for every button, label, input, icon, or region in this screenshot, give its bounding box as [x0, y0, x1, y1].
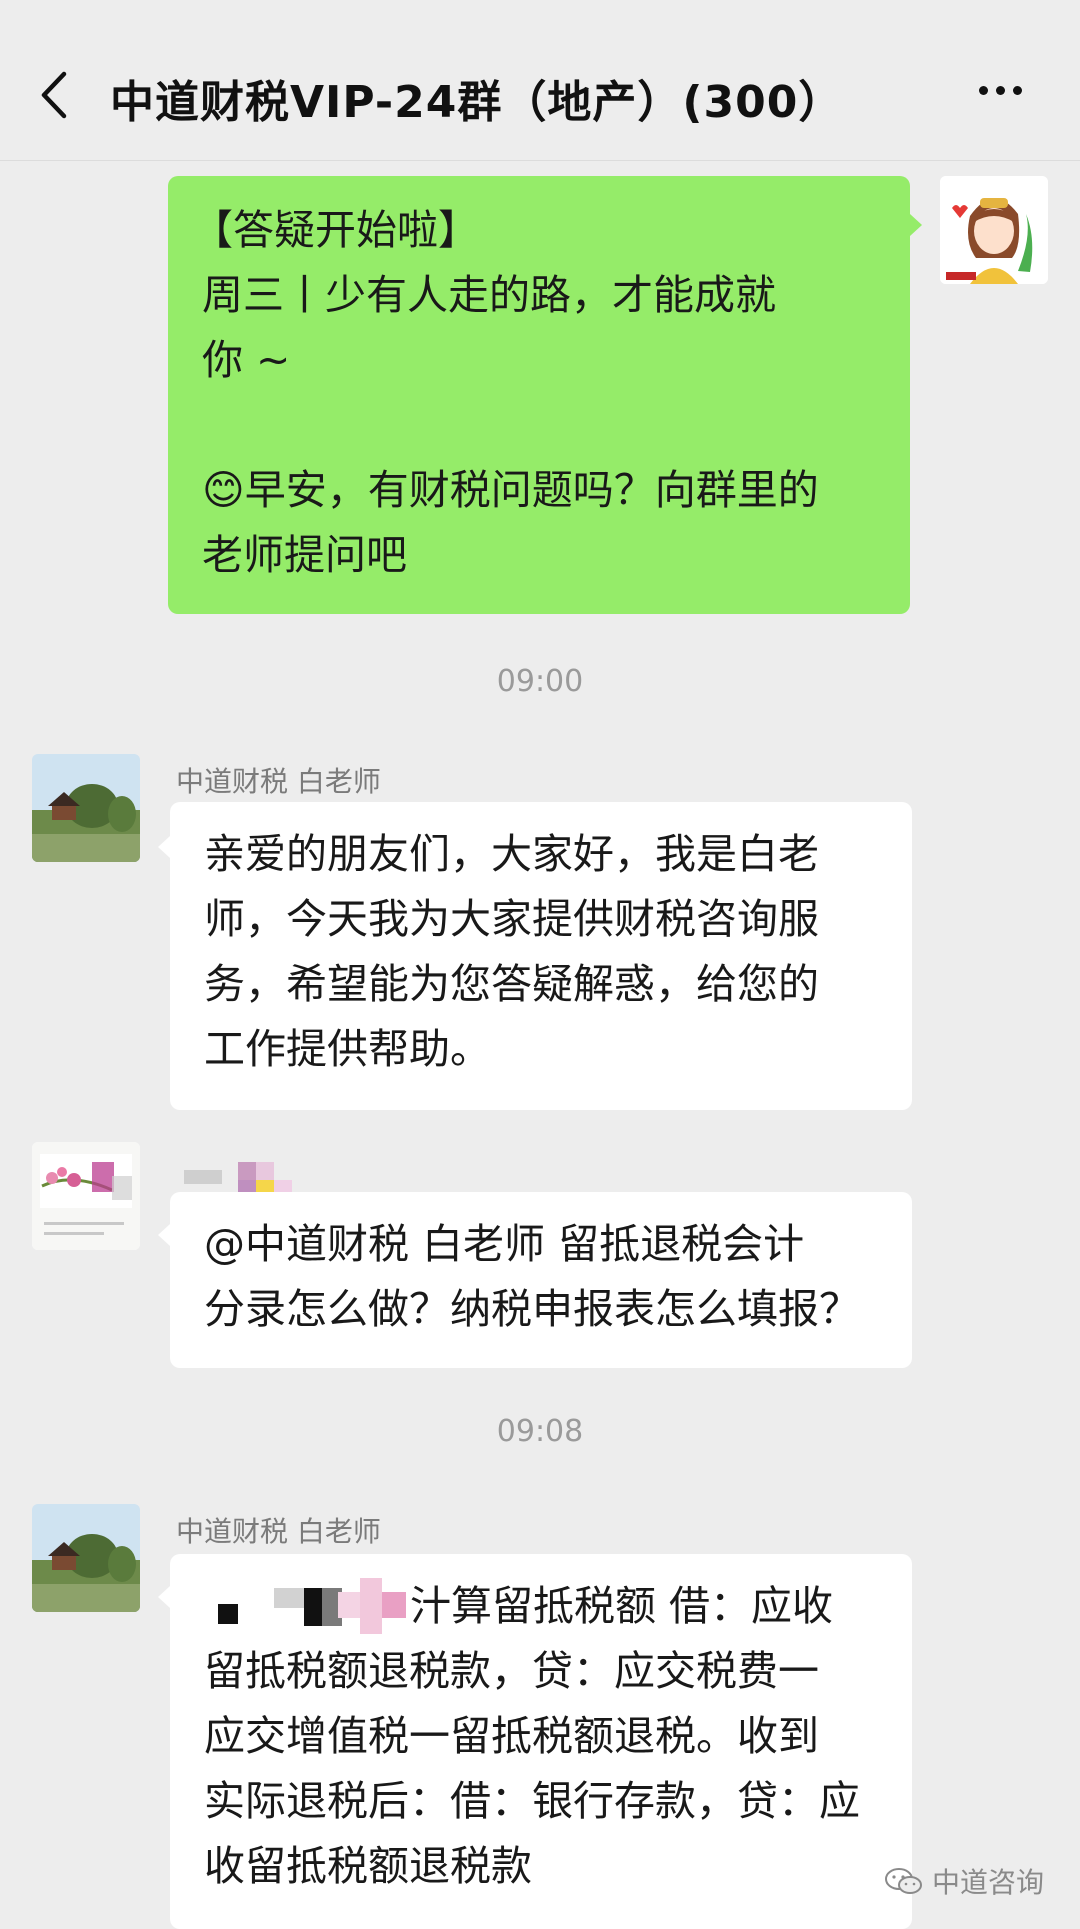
blurred-text-block — [274, 1588, 304, 1608]
message-row-other: @中道财税 白老师 留抵退税会计 分录怎么做？纳税申报表怎么填报？ — [0, 1138, 1080, 1368]
landscape-avatar[interactable] — [32, 1504, 140, 1612]
blurred-text-block — [360, 1578, 382, 1634]
timestamp: 09:08 — [496, 1414, 584, 1449]
message-text: 汁算留抵税额 借：应收 — [410, 1582, 834, 1630]
message-line: 你 ~ — [202, 336, 291, 384]
message-bubble[interactable]: @中道财税 白老师 留抵退税会计 分录怎么做？纳税申报表怎么填报？ — [170, 1192, 912, 1368]
chevron-left-icon — [41, 71, 67, 119]
more-dot-icon — [979, 86, 988, 95]
watermark-text: 中道咨询 — [931, 1866, 1044, 1899]
message-bubble[interactable]: 【答疑开始啦】 周三丨少有人走的路，才能成就 你 ~ 😊早安，有财税问题吗？向群… — [168, 176, 910, 614]
message-line: 【答疑开始啦】 — [192, 206, 479, 254]
message-line: 😊早安，有财税问题吗？向群里的 — [202, 466, 819, 514]
chat-header: 中道财税VIP-24群（地产）(300） — [0, 0, 1080, 161]
message-line: 应交增值税一留抵税额退税。收到 — [204, 1712, 819, 1760]
message-line: 工作提供帮助。 — [204, 1025, 491, 1073]
cartoon-girl-avatar[interactable] — [940, 176, 1048, 284]
message-line: 周三丨少有人走的路，才能成就 — [202, 271, 776, 319]
message-row-other: 中道财税 白老师 亲爱的朋友们，大家好，我是白老 师，今天我为大家提供财税咨询服… — [0, 750, 1080, 1120]
message-line: @中道财税 白老师 留抵退税会计 — [204, 1220, 805, 1268]
more-dot-icon — [996, 86, 1005, 95]
message-bubble[interactable]: 汁算留抵税额 借：应收 留抵税额退税款，贷：应交税费一 应交增值税一留抵税额退税… — [170, 1554, 912, 1929]
watermark: 中道咨询 — [884, 1861, 1044, 1901]
blurred-text-block — [382, 1592, 406, 1618]
message-line: 师，今天我为大家提供财税咨询服 — [204, 895, 819, 943]
message-line: 实际退税后：借：银行存款，贷：应 — [204, 1777, 860, 1825]
back-button[interactable] — [30, 60, 80, 130]
message-row-self: 【答疑开始啦】 周三丨少有人走的路，才能成就 你 ~ 😊早安，有财税问题吗？向群… — [0, 170, 1080, 620]
sender-name: 中道财税 白老师 — [176, 1515, 381, 1548]
bubble-tail — [158, 1224, 170, 1246]
message-line — [192, 393, 880, 458]
bubble-tail — [910, 214, 922, 236]
timestamp: 09:00 — [496, 664, 584, 699]
message-bubble[interactable]: 亲爱的朋友们，大家好，我是白老 师，今天我为大家提供财税咨询服 务，希望能为您答… — [170, 802, 912, 1110]
flower-avatar[interactable] — [32, 1142, 140, 1250]
message-line: 留抵税额退税款，贷：应交税费一 — [204, 1647, 819, 1695]
chat-title: 中道财税VIP-24群（地产）(300） — [110, 77, 844, 128]
message-line: 汁算留抵税额 借：应收 — [204, 1574, 882, 1639]
blurred-text-block — [338, 1592, 360, 1618]
wechat-icon — [884, 1868, 922, 1894]
landscape-avatar[interactable] — [32, 754, 140, 862]
bubble-tail — [158, 1586, 170, 1608]
message-line: 亲爱的朋友们，大家好，我是白老 — [204, 830, 819, 878]
more-dot-icon — [1013, 86, 1022, 95]
message-line: 收留抵税额退税款 — [204, 1842, 532, 1890]
bubble-tail — [158, 836, 170, 858]
message-line: 分录怎么做？纳税申报表怎么填报？ — [204, 1285, 860, 1333]
blurred-text-block — [218, 1604, 238, 1624]
blurred-text-block — [304, 1588, 322, 1626]
message-line: 老师提问吧 — [202, 531, 407, 579]
sender-name: 中道财税 白老师 — [176, 765, 381, 798]
message-line: 务，希望能为您答疑解惑，给您的 — [204, 960, 819, 1008]
more-options-button[interactable] — [975, 80, 1035, 110]
